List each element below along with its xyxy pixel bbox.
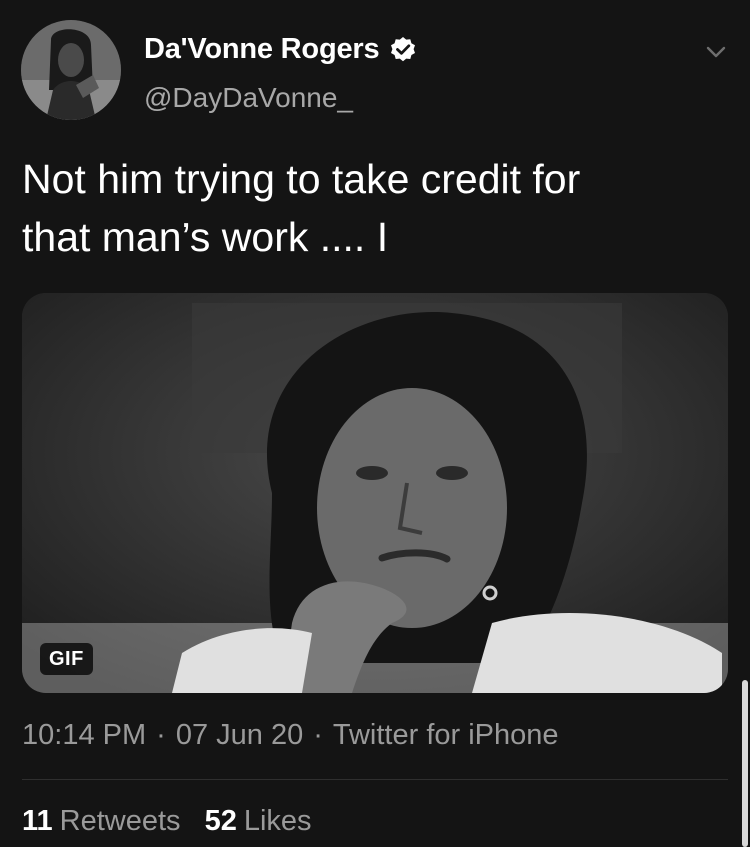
retweet-count: 11	[22, 805, 53, 837]
tweet-date[interactable]: 07 Jun 20	[176, 719, 303, 752]
like-label: Likes	[243, 805, 312, 837]
separator: ·	[156, 719, 166, 751]
separator: ·	[313, 719, 323, 751]
retweet-label: Retweets	[59, 805, 181, 837]
like-count: 52	[204, 805, 237, 837]
tweet-card: Da'Vonne Rogers @DayDaVonne_ Not him try…	[0, 0, 750, 847]
likes-stat[interactable]: 52 Likes	[205, 805, 312, 838]
chevron-down-icon[interactable]	[700, 36, 732, 68]
tweet-text: Not him trying to take credit for that m…	[22, 156, 581, 260]
engagement-stats: 11 Retweets 52 Likes	[22, 805, 312, 838]
tweet-metadata: 10:14 PM · 07 Jun 20 · Twitter for iPhon…	[22, 719, 559, 752]
verified-badge-icon	[389, 36, 417, 64]
scrollbar[interactable]	[742, 680, 748, 847]
gif-frame-image	[22, 293, 728, 693]
display-name[interactable]: Da'Vonne Rogers	[144, 33, 380, 66]
tweet-source[interactable]: Twitter for iPhone	[333, 719, 559, 752]
divider	[22, 779, 728, 780]
avatar[interactable]	[21, 20, 121, 120]
tweet-time[interactable]: 10:14 PM	[22, 719, 146, 752]
name-row: Da'Vonne Rogers	[144, 33, 417, 66]
handle[interactable]: @DayDaVonne_	[144, 82, 353, 114]
retweets-stat[interactable]: 11 Retweets	[22, 805, 181, 838]
gif-badge: GIF	[40, 643, 93, 675]
gif-media[interactable]: GIF	[22, 293, 728, 693]
